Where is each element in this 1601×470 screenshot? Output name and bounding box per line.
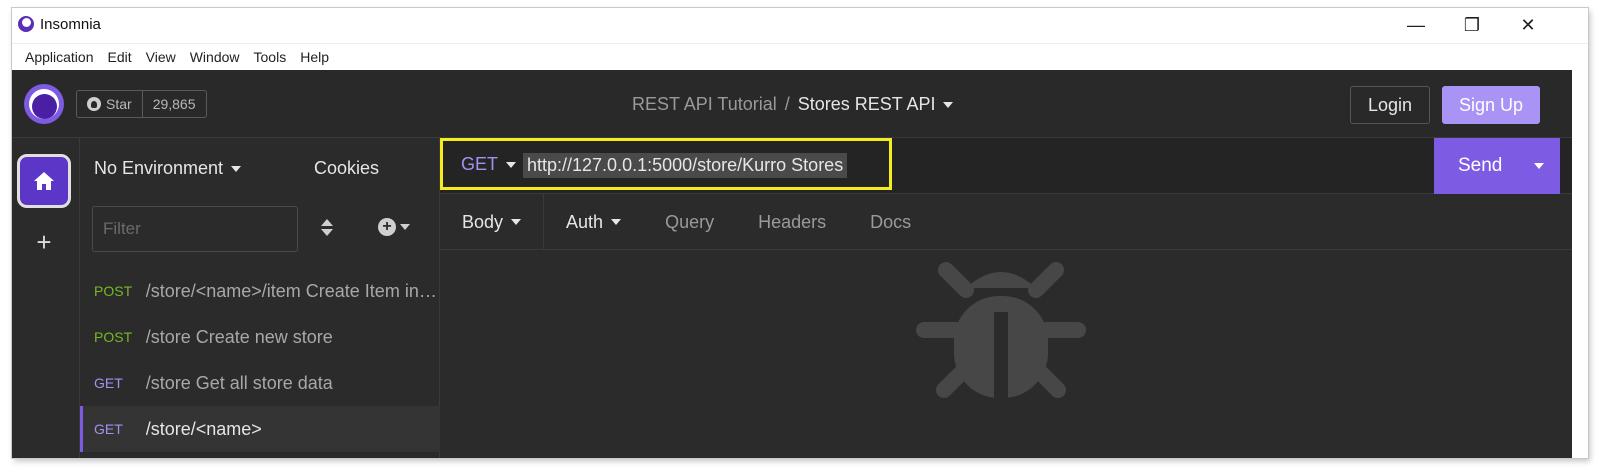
title-bar: Insomnia — ❐ ✕ <box>12 8 1588 44</box>
environment-selector[interactable]: No Environment <box>94 158 242 179</box>
request-name: /store Get all store data <box>145 372 333 393</box>
tab-auth[interactable]: Auth <box>544 194 643 250</box>
sidebar: No Environment Cookies + POST /store/<na… <box>80 138 440 458</box>
request-name: /store/<name>/item Create Item in a stor… <box>145 280 440 301</box>
signup-button[interactable]: Sign Up <box>1442 86 1540 124</box>
window-title: Insomnia <box>40 16 101 33</box>
send-button[interactable]: Send <box>1434 138 1560 194</box>
app-header: Star 29,865 REST API Tutorial / Stores R… <box>12 70 1572 138</box>
request-pane: GET http://127.0.0.1:5000/store/Kurro St… <box>440 138 1572 458</box>
menu-view[interactable]: View <box>139 49 183 65</box>
chevron-down-icon[interactable] <box>1534 163 1544 169</box>
tab-label: Body <box>462 211 504 232</box>
left-rail: + <box>12 138 80 458</box>
list-item[interactable]: POST /store Create new store <box>80 314 440 360</box>
menu-tools[interactable]: Tools <box>247 49 294 65</box>
chevron-down-icon <box>511 219 522 225</box>
tab-label: Query <box>665 211 715 232</box>
send-label: Send <box>1458 155 1503 176</box>
app-window: Insomnia — ❐ ✕ Application Edit View Win… <box>12 8 1588 458</box>
menu-help[interactable]: Help <box>293 49 336 65</box>
maximize-button[interactable]: ❐ <box>1450 12 1494 38</box>
star-count: 29,865 <box>141 91 206 117</box>
breadcrumb-collection[interactable]: Stores REST API <box>798 94 936 115</box>
breadcrumb-separator: / <box>784 94 790 114</box>
star-part: Star <box>77 91 142 117</box>
request-name: /store/<name> <box>145 418 262 439</box>
insomnia-logo[interactable] <box>24 84 64 124</box>
insomnia-app-icon <box>18 16 34 32</box>
list-item[interactable]: GET /store Get all store data <box>80 360 440 406</box>
list-item[interactable]: POST /store/<name>/item Create Item in a… <box>80 268 440 314</box>
method-badge: POST <box>94 329 133 345</box>
request-tabs: Body Auth Query Headers Docs <box>440 194 1572 250</box>
menu-edit[interactable]: Edit <box>101 49 139 65</box>
request-name: /store Create new store <box>145 326 333 347</box>
tab-docs[interactable]: Docs <box>848 194 933 250</box>
tab-label: Auth <box>566 211 604 232</box>
chevron-down-icon[interactable] <box>943 101 954 108</box>
method-badge: GET <box>94 375 123 391</box>
github-star-button[interactable]: Star 29,865 <box>76 90 207 118</box>
plus-circle-icon: + <box>378 218 396 236</box>
star-label: Star <box>106 96 132 112</box>
sort-icon[interactable] <box>320 218 334 238</box>
method-badge: GET <box>94 421 123 437</box>
close-button[interactable]: ✕ <box>1506 12 1550 38</box>
chevron-down-icon <box>231 165 242 172</box>
breadcrumb-project[interactable]: REST API Tutorial <box>632 94 777 115</box>
chevron-down-icon <box>400 224 410 230</box>
tab-headers[interactable]: Headers <box>736 194 848 250</box>
menu-window[interactable]: Window <box>183 49 247 65</box>
add-icon[interactable]: + <box>32 229 56 255</box>
home-icon <box>34 172 54 190</box>
url-bar: GET http://127.0.0.1:5000/store/Kurro St… <box>440 138 1572 194</box>
cookies-button[interactable]: Cookies <box>314 158 379 179</box>
tab-query[interactable]: Query <box>643 194 736 250</box>
bug-icon <box>916 262 1086 398</box>
login-button[interactable]: Login <box>1350 86 1430 124</box>
tab-body[interactable]: Body <box>440 194 545 250</box>
tab-label: Headers <box>758 211 827 232</box>
request-list: POST /store/<name>/item Create Item in a… <box>80 268 440 452</box>
add-request-button[interactable]: + <box>378 218 410 236</box>
github-icon <box>87 97 101 111</box>
minimize-button[interactable]: — <box>1394 12 1438 38</box>
app-body: Star 29,865 REST API Tutorial / Stores R… <box>12 70 1572 458</box>
menu-bar: Application Edit View Window Tools Help <box>12 44 1588 70</box>
chevron-down-icon <box>611 219 622 225</box>
list-item-active[interactable]: GET /store/<name> <box>80 406 440 452</box>
filter-input[interactable] <box>92 206 298 252</box>
home-button[interactable] <box>17 154 71 208</box>
tab-label: Docs <box>870 211 912 232</box>
menu-application[interactable]: Application <box>18 49 101 65</box>
highlight-box <box>440 138 892 190</box>
breadcrumb: REST API Tutorial / Stores REST API <box>632 94 954 115</box>
environment-label: No Environment <box>94 158 224 178</box>
method-badge: POST <box>94 283 133 299</box>
